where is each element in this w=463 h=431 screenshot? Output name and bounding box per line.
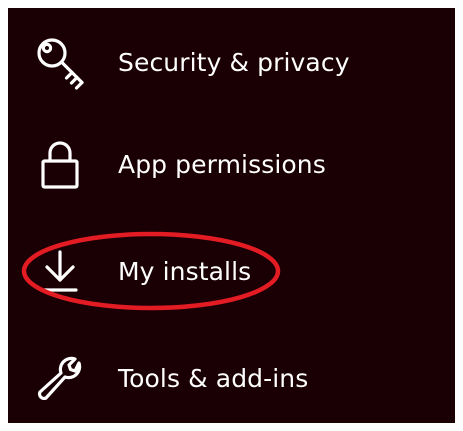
menu-item-label: App permissions bbox=[118, 150, 326, 179]
menu-item-security-privacy[interactable]: Security & privacy bbox=[8, 20, 455, 110]
download-icon bbox=[32, 244, 88, 300]
lock-icon bbox=[32, 137, 88, 193]
menu-item-label: Tools & add-ins bbox=[118, 364, 309, 393]
wrench-icon bbox=[32, 351, 88, 407]
key-icon bbox=[32, 35, 88, 91]
settings-panel: Security & privacy App permissions My in… bbox=[8, 8, 455, 423]
menu-item-label: My installs bbox=[118, 257, 252, 286]
settings-menu: Security & privacy App permissions My in… bbox=[8, 8, 455, 423]
menu-item-label: Security & privacy bbox=[118, 48, 350, 77]
menu-item-my-installs[interactable]: My installs bbox=[8, 229, 455, 319]
menu-item-app-permissions[interactable]: App permissions bbox=[8, 122, 455, 212]
menu-item-tools-add-ins[interactable]: Tools & add-ins bbox=[8, 336, 455, 423]
